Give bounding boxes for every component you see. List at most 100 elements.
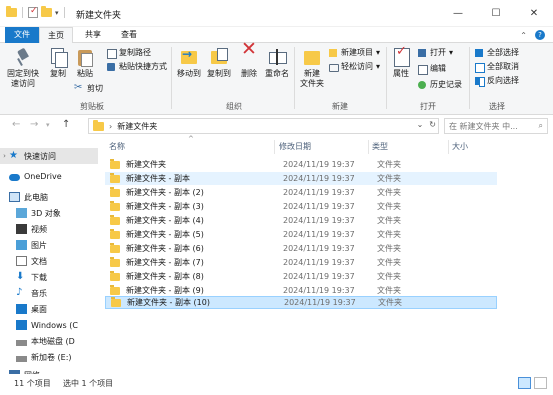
table-row[interactable]: 新建文件夹 - 副本 (8) 2024/11/19 19:37 文件夹 — [105, 270, 497, 283]
nav-item-downloads[interactable]: ⬇ 下载 — [0, 269, 98, 285]
invert-selection-button[interactable]: 反向选择 — [474, 75, 519, 87]
column-divider[interactable] — [448, 140, 449, 154]
column-date[interactable]: 修改日期 — [279, 141, 311, 152]
nav-item-documents[interactable]: 文档 — [0, 253, 98, 269]
paste-shortcut-icon — [106, 62, 116, 72]
select-all-icon — [474, 48, 484, 58]
new-folder-button[interactable]: 新建 文件夹 — [298, 47, 326, 89]
nav-item-pictures[interactable]: 图片 — [0, 237, 98, 253]
close-button[interactable]: ✕ — [515, 0, 553, 27]
document-icon — [16, 256, 27, 266]
help-icon[interactable]: ? — [535, 30, 545, 40]
easy-access-button[interactable]: 轻松访问 ▾ — [328, 61, 380, 72]
nav-item-desktop[interactable]: 桌面 — [0, 301, 98, 317]
history-button[interactable]: 历史记录 — [417, 79, 462, 90]
tab-view[interactable]: 查看 — [112, 27, 146, 43]
properties-label: 属性 — [393, 69, 409, 78]
address-bar[interactable]: › 新建文件夹 ⌄ ↻ — [88, 118, 439, 134]
table-row[interactable]: 新建文件夹 - 副本 (2) 2024/11/19 19:37 文件夹 — [105, 186, 497, 199]
file-date: 2024/11/19 19:37 — [283, 272, 355, 281]
delete-button[interactable]: 删除 — [238, 44, 260, 79]
file-name: 新建文件夹 - 副本 (9) — [126, 286, 204, 295]
properties-icon[interactable] — [28, 6, 38, 18]
refresh-icon[interactable]: ↻ — [429, 120, 436, 129]
column-type[interactable]: 类型 — [372, 141, 388, 152]
pin-label: 固定到快 速访问 — [7, 69, 39, 88]
copy-button[interactable]: 复制 — [46, 47, 70, 79]
chevron-right-icon[interactable]: › — [109, 122, 112, 131]
table-row[interactable]: 新建文件夹 - 副本 (5) 2024/11/19 19:37 文件夹 — [105, 228, 497, 241]
table-row[interactable]: 新建文件夹 - 副本 (3) 2024/11/19 19:37 文件夹 — [105, 200, 497, 213]
tab-home[interactable]: 主页 — [39, 27, 73, 44]
address-path[interactable]: 新建文件夹 — [117, 121, 157, 132]
select-none-button[interactable]: 全部取消 — [474, 61, 519, 73]
collapse-ribbon-icon[interactable]: ⌃ — [520, 31, 527, 40]
ribbon-tabs: 文件 主页 共享 查看 ⌃ ? — [0, 27, 553, 44]
folder-icon — [111, 296, 121, 307]
pin-quick-access-button[interactable]: 固定到快 速访问 — [6, 47, 40, 89]
table-row[interactable]: 新建文件夹 - 副本 (7) 2024/11/19 19:37 文件夹 — [105, 256, 497, 269]
nav-item-videos[interactable]: 视频 — [0, 221, 98, 237]
table-row[interactable]: 新建文件夹 - 副本 2024/11/19 19:37 文件夹 — [105, 172, 497, 185]
maximize-button[interactable]: ☐ — [477, 0, 515, 27]
paste-button[interactable]: 粘贴 — [73, 47, 97, 79]
minimize-button[interactable]: — — [439, 0, 477, 27]
organize-group-label: 组织 — [226, 102, 242, 111]
nav-item-this-pc[interactable]: 此电脑 — [0, 189, 98, 205]
back-arrow-icon[interactable]: ← — [12, 119, 20, 130]
file-type: 文件夹 — [377, 286, 401, 295]
copy-to-button[interactable]: 复制到 — [205, 47, 233, 79]
qat-dropdown-icon[interactable]: ▾ — [55, 9, 59, 17]
move-to-button[interactable]: 移动到 — [175, 47, 203, 79]
move-to-label: 移动到 — [177, 69, 201, 78]
nav-item-3d-objects[interactable]: 3D 对象 — [0, 205, 98, 221]
open-button[interactable]: 打开 ▾ — [417, 47, 453, 58]
copy-path-button[interactable]: 复制路径 — [106, 47, 151, 59]
nav-item-new-volume-e[interactable]: 新加卷 (E:) — [0, 349, 98, 365]
video-icon — [16, 224, 27, 234]
cut-button[interactable]: 剪切 — [74, 82, 103, 94]
nav-item-quick-access[interactable]: › ★ 快速访问 — [0, 148, 98, 164]
file-date: 2024/11/19 19:37 — [283, 230, 355, 239]
history-label: 历史记录 — [430, 80, 462, 89]
edit-button[interactable]: 编辑 — [417, 63, 446, 75]
tab-file[interactable]: 文件 — [5, 27, 39, 43]
new-item-label: 新建项目 — [341, 48, 373, 57]
paste-label: 粘贴 — [77, 69, 93, 78]
column-size[interactable]: 大小 — [452, 141, 468, 152]
up-arrow-icon[interactable]: ↑ — [62, 119, 70, 130]
table-row[interactable]: 新建文件夹 - 副本 (6) 2024/11/19 19:37 文件夹 — [105, 242, 497, 255]
file-name: 新建文件夹 - 副本 (10) — [127, 298, 210, 307]
column-name[interactable]: 名称 — [109, 141, 125, 152]
column-divider[interactable] — [274, 140, 275, 154]
chevron-down-icon[interactable]: ⌄ — [417, 120, 424, 129]
details-view-icon[interactable] — [518, 377, 531, 389]
tab-share[interactable]: 共享 — [76, 27, 110, 43]
column-header: ^ 名称 修改日期 类型 大小 — [104, 135, 553, 155]
select-all-button[interactable]: 全部选择 — [474, 47, 519, 58]
nav-item-network[interactable]: 网络 — [0, 367, 98, 374]
nav-item-windows-c[interactable]: Windows (C — [0, 317, 98, 333]
rename-button[interactable]: 重命名 — [264, 47, 290, 79]
new-item-button[interactable]: 新建项目 ▾ — [328, 47, 380, 58]
table-row[interactable]: 新建文件夹 - 副本 (4) 2024/11/19 19:37 文件夹 — [105, 214, 497, 227]
search-input[interactable]: 在 新建文件夹 中... — [449, 121, 518, 132]
file-date: 2024/11/19 19:37 — [283, 160, 355, 169]
quick-access-toolbar: ▾ — [6, 6, 67, 18]
nav-item-music[interactable]: ♪ 音乐 — [0, 285, 98, 301]
table-row-selected[interactable]: 新建文件夹 - 副本 (10) 2024/11/19 19:37 文件夹 — [105, 296, 497, 309]
forward-arrow-icon[interactable]: → — [30, 119, 38, 130]
search-box[interactable]: 在 新建文件夹 中... ⌕ — [444, 118, 548, 134]
chevron-right-icon[interactable]: › — [0, 152, 9, 160]
large-icons-view-icon[interactable] — [534, 377, 547, 389]
nav-label: 桌面 — [31, 304, 47, 314]
new-folder-icon[interactable] — [41, 6, 52, 17]
properties-button[interactable]: 属性 — [390, 47, 412, 79]
recent-locations-icon[interactable]: ▾ — [46, 121, 50, 129]
nav-item-local-disk-d[interactable]: 本地磁盘 (D — [0, 333, 98, 349]
column-divider[interactable] — [368, 140, 369, 154]
status-bar: 11 个项目 选中 1 个项目 — [0, 374, 553, 395]
nav-item-onedrive[interactable]: OneDrive — [0, 168, 98, 184]
table-row[interactable]: 新建文件夹 2024/11/19 19:37 文件夹 — [105, 158, 497, 171]
paste-shortcut-button[interactable]: 粘贴快捷方式 — [106, 61, 167, 72]
